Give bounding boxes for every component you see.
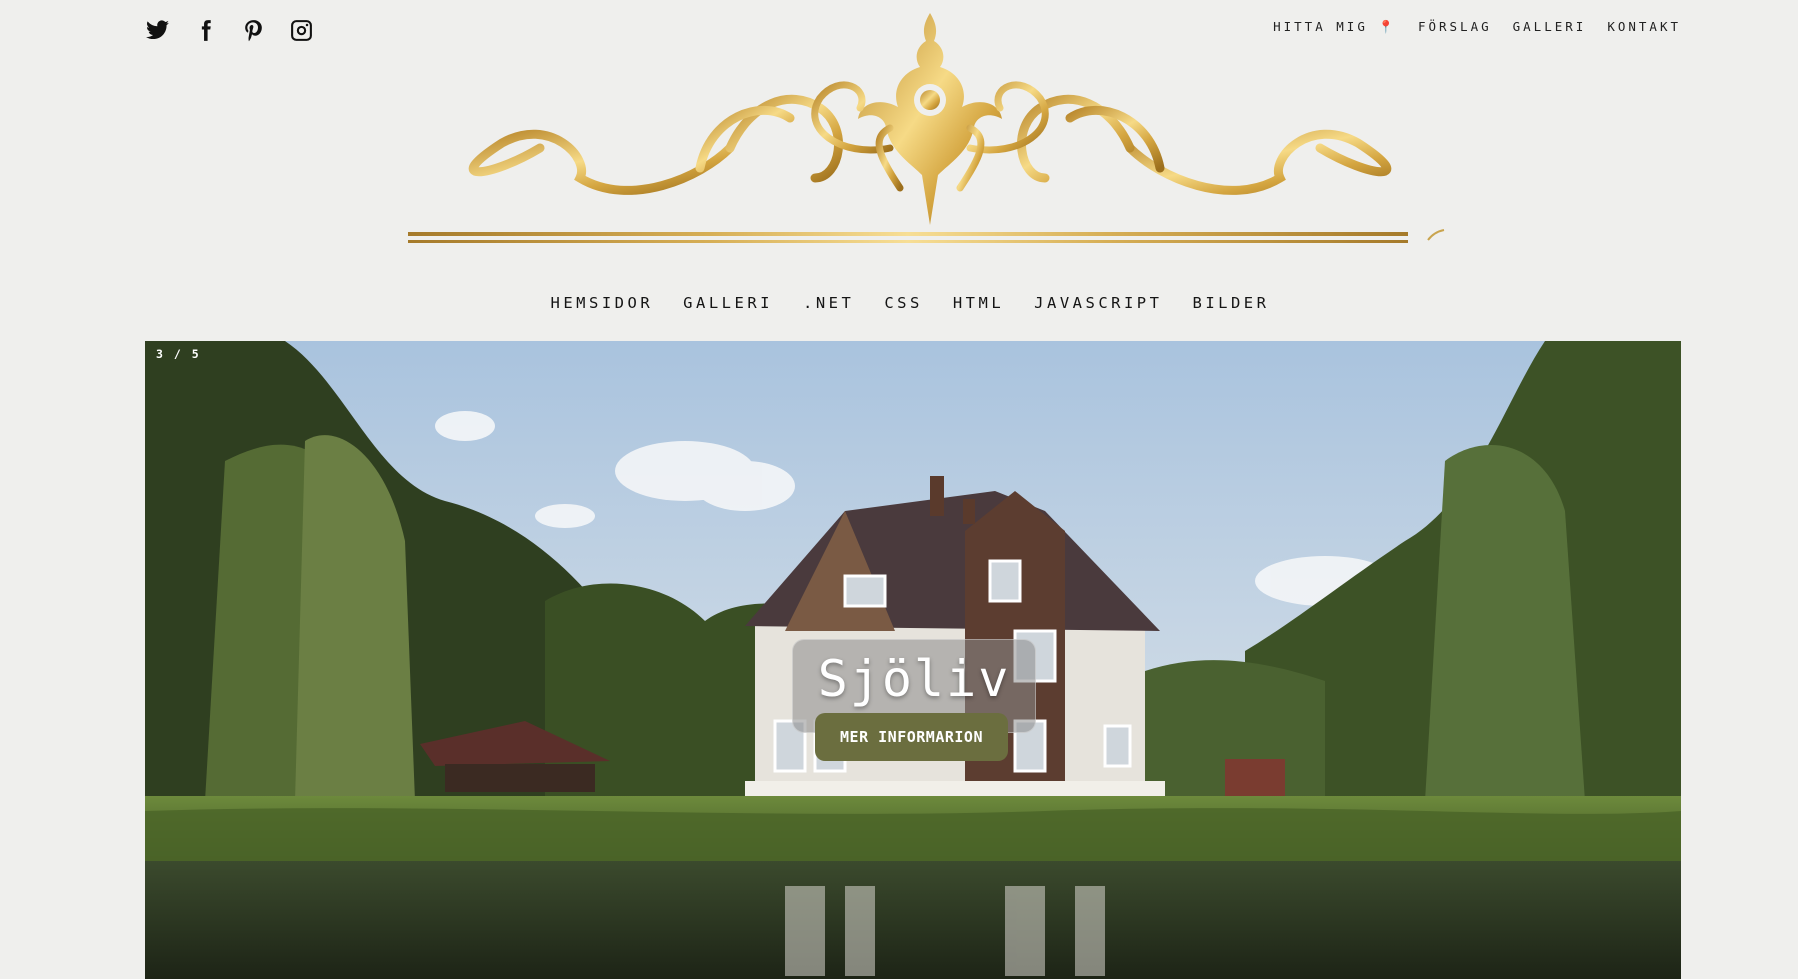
facebook-icon[interactable]	[191, 16, 219, 44]
slide-counter: 3 / 5	[156, 347, 201, 361]
social-links	[143, 16, 315, 44]
instagram-icon[interactable]	[287, 16, 315, 44]
hero-slideshow[interactable]: 3 / 5 Sjöliv MER INFORMARION	[145, 341, 1681, 979]
gold-ornament-logo	[408, 13, 1445, 243]
main-nav-hemsidor[interactable]: HEMSIDOR	[551, 294, 654, 312]
pinterest-icon[interactable]	[239, 16, 267, 44]
top-nav-gallery[interactable]: GALLERI	[1513, 19, 1587, 35]
main-nav-dotnet[interactable]: .NET	[803, 294, 854, 312]
main-nav-galleri[interactable]: GALLERI	[683, 294, 773, 312]
main-nav-javascript[interactable]: JAVASCRIPT	[1034, 294, 1162, 312]
main-nav: HEMSIDOR GALLERI .NET CSS HTML JAVASCRIP…	[0, 294, 1798, 312]
more-info-button[interactable]: MER INFORMARION	[815, 713, 1008, 761]
main-nav-bilder[interactable]: BILDER	[1192, 294, 1269, 312]
slide-title: Sjöliv	[817, 650, 1011, 708]
top-nav-contact[interactable]: KONTAKT	[1607, 19, 1681, 35]
main-nav-html[interactable]: HTML	[953, 294, 1004, 312]
twitter-icon[interactable]	[143, 16, 171, 44]
main-nav-css[interactable]: CSS	[884, 294, 923, 312]
